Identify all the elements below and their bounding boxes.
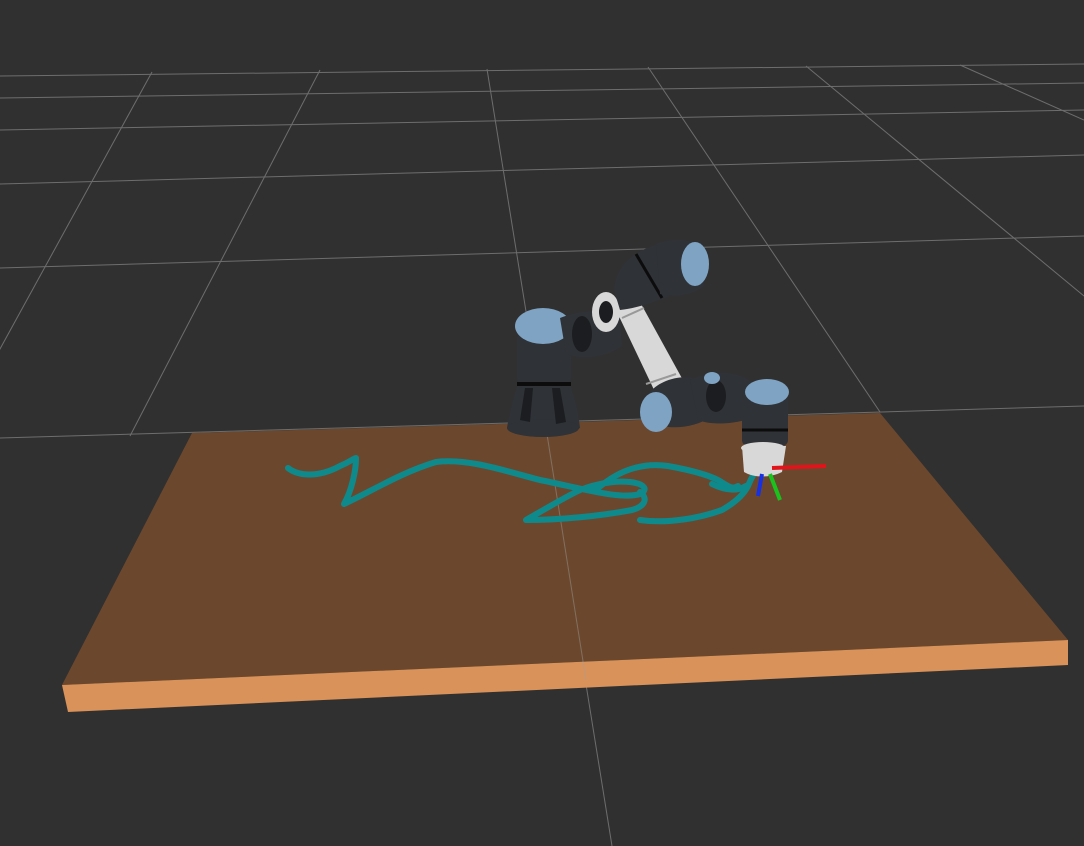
scene-canvas[interactable]: [0, 0, 1084, 846]
wrist-3-cap: [745, 379, 789, 405]
tool-flange: [741, 442, 786, 477]
wrist-1-cap: [640, 392, 672, 432]
x-axis: [771, 464, 827, 470]
table[interactable]: [62, 413, 1068, 712]
3d-viewport[interactable]: [0, 0, 1084, 846]
elbow-joint-cap: [681, 242, 709, 286]
